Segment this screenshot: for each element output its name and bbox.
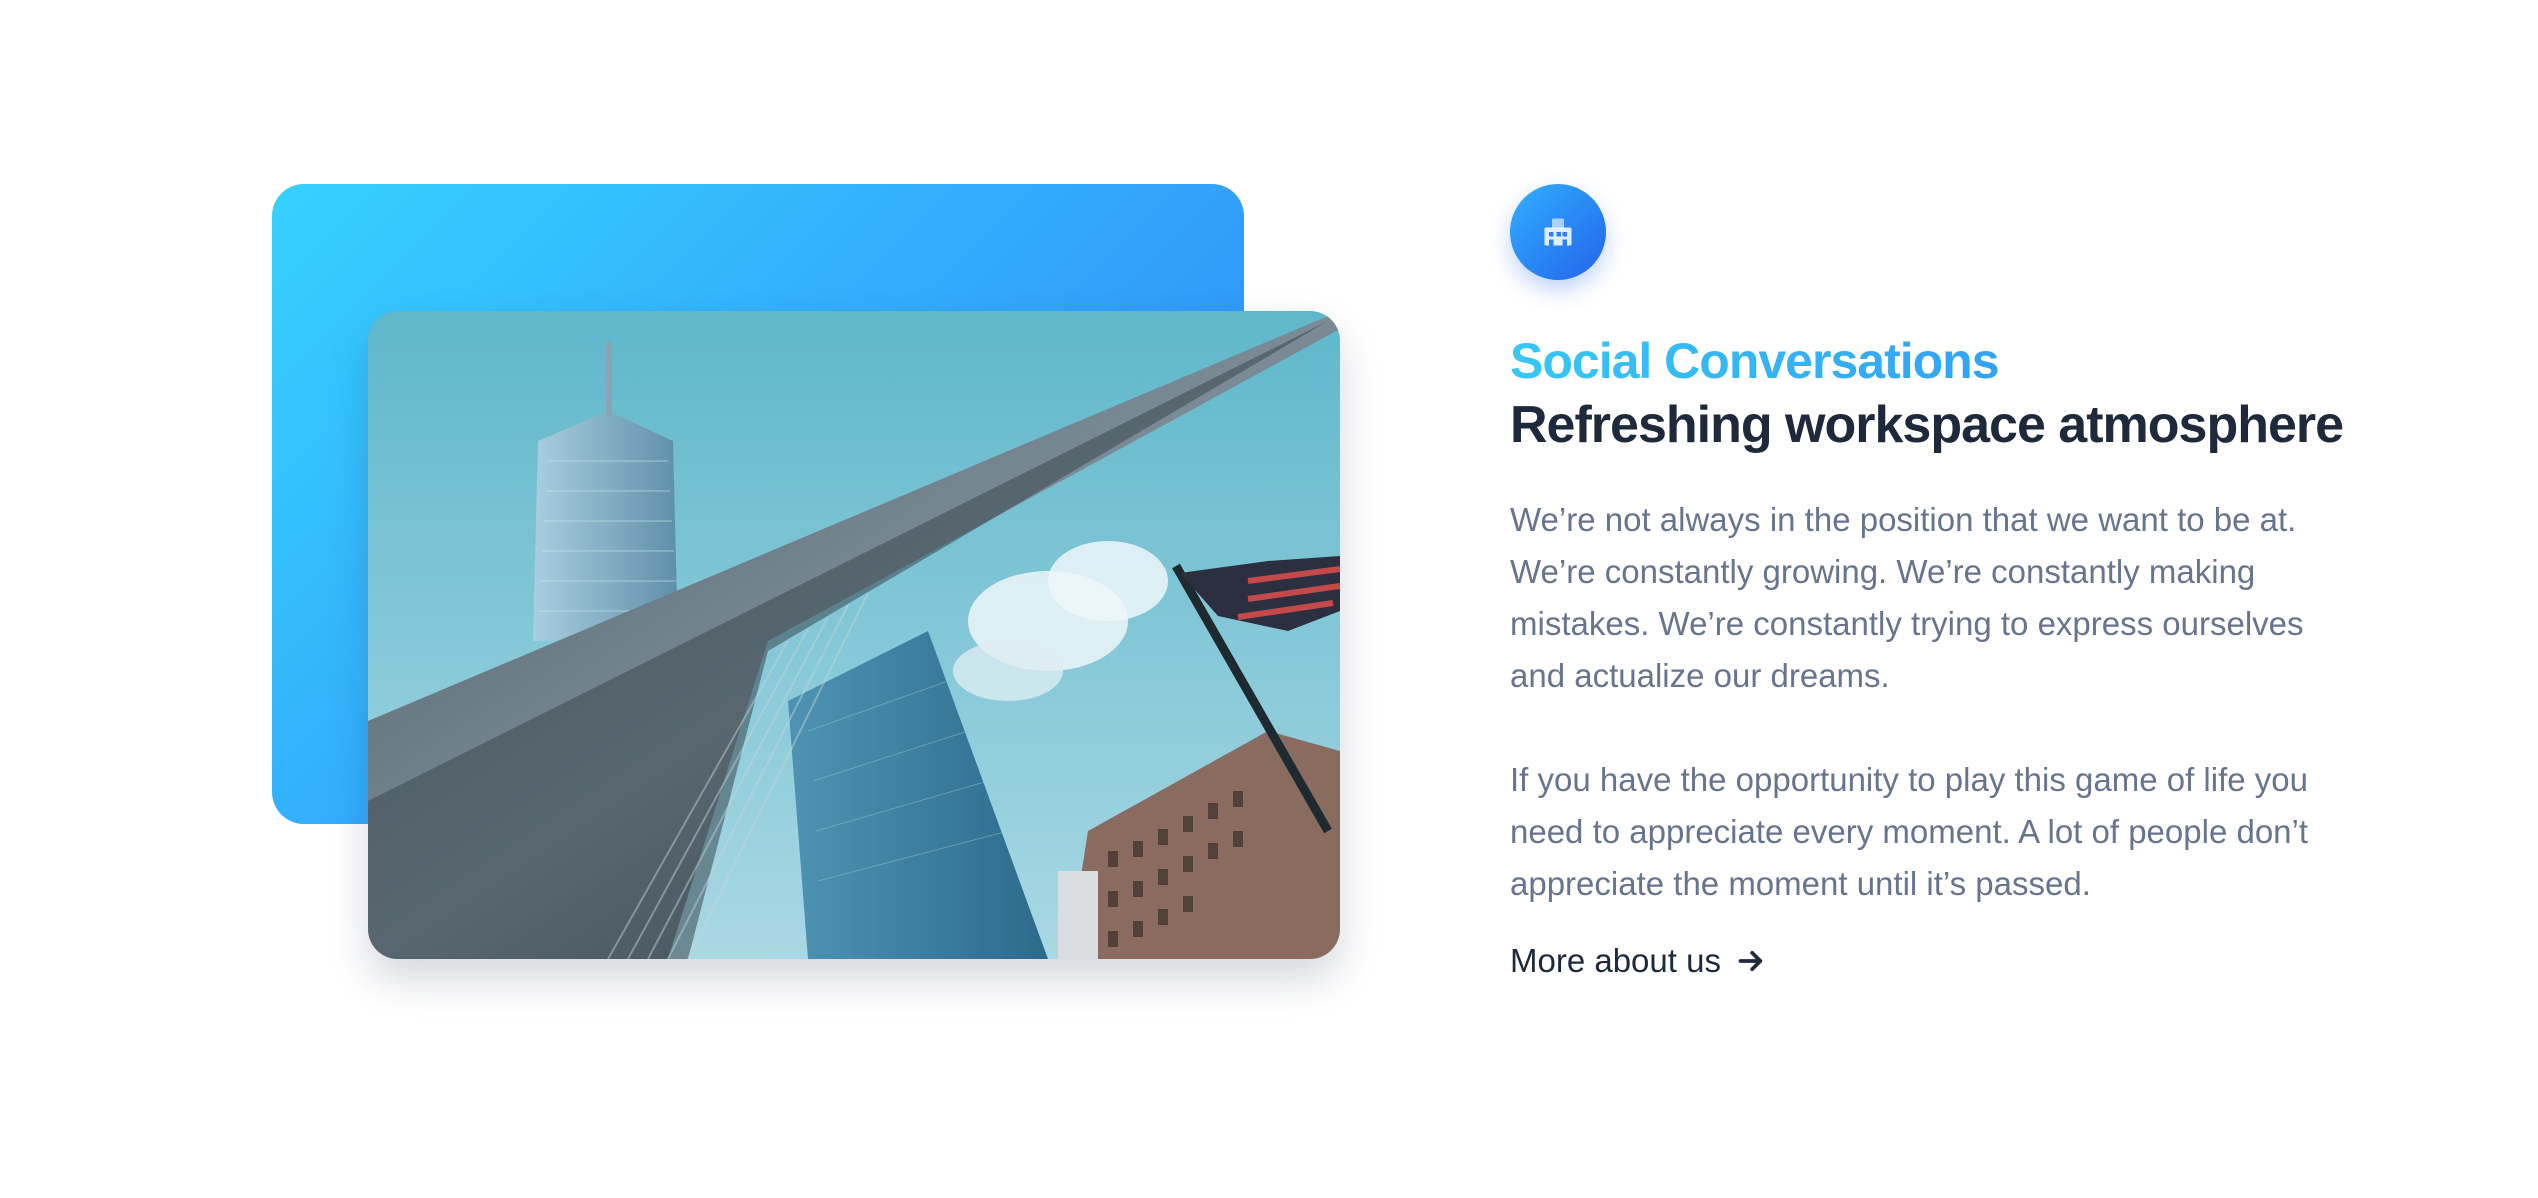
section-eyebrow: Social Conversations: [1510, 330, 2360, 392]
feature-section: Social Conversations Refreshing workspac…: [0, 0, 2538, 1198]
body-paragraph-1: We’re not always in the position that we…: [1510, 501, 2304, 694]
building-icon-badge: [1510, 184, 1606, 280]
feature-text-column: Social Conversations Refreshing workspac…: [1510, 184, 2360, 984]
section-title: Refreshing workspace atmosphere: [1510, 396, 2344, 454]
body-paragraph-2: If you have the opportunity to play this…: [1510, 761, 2309, 902]
more-about-us-link[interactable]: More about us: [1510, 938, 1765, 984]
more-about-us-label: More about us: [1510, 942, 1721, 979]
building-icon: [1544, 218, 1572, 246]
arrow-right-icon: [1738, 950, 1763, 972]
feature-photo: [368, 311, 1340, 959]
city-architecture-illustration: [368, 311, 1340, 959]
